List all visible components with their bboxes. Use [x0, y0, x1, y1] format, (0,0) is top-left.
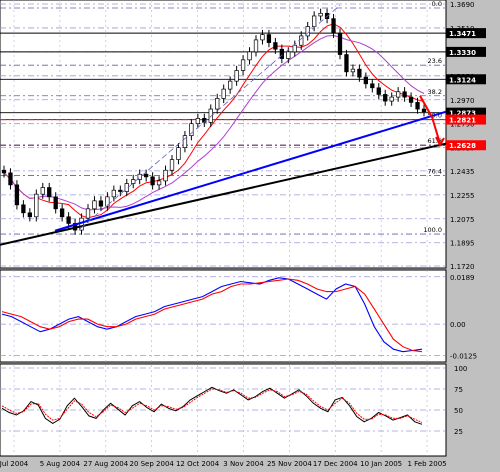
candle-body [408, 96, 414, 103]
fibonacci-label: 100.0 [423, 226, 442, 234]
candle-body [396, 91, 401, 98]
price-tick-label: 1.2970 [450, 97, 475, 105]
candle-body [163, 169, 168, 182]
candle-body [176, 147, 181, 160]
date-tick-label: 25 Nov 2004 [267, 460, 312, 468]
price-mark-label: 1.2821 [449, 117, 476, 125]
oscillator-2-tick-label: 25 [454, 428, 463, 436]
oscillator-2-tick-label: 50 [454, 407, 463, 415]
date-tick-label: 5 Aug 2004 [40, 460, 81, 468]
candle-body [337, 32, 343, 55]
candle-body [331, 18, 336, 34]
candle-body [363, 76, 368, 85]
candle-body [27, 212, 32, 218]
oscillator-2-tick-label: 75 [454, 386, 463, 394]
price-tick-label: 1.2075 [450, 216, 475, 224]
candle-body [8, 172, 13, 186]
candle-body [376, 87, 381, 95]
candle-body [60, 208, 65, 218]
date-tick-label: 3 Nov 2004 [223, 460, 264, 468]
candle-body [421, 108, 427, 113]
date-tick-label: 1 Feb 2005 [407, 460, 446, 468]
candle-body [234, 70, 239, 82]
candle-body [221, 88, 226, 99]
candle-body [228, 80, 233, 90]
price-tick-label: 1.2435 [450, 168, 475, 176]
candle-body [247, 51, 252, 61]
candle-body [344, 54, 349, 73]
candle-body [150, 176, 155, 186]
candle-body [169, 159, 175, 171]
candle-body [53, 196, 58, 210]
candle-body [144, 173, 149, 178]
chart-root: 0.023.638.250.061.876.4100.0 1.36901.351… [0, 0, 500, 468]
candle-body [92, 200, 97, 210]
candle-body [389, 96, 394, 102]
candle-body [85, 208, 91, 219]
candle-body [253, 39, 259, 53]
candle-body [402, 91, 407, 98]
price-mark-label: 1.2628 [449, 142, 476, 150]
candle-body [118, 189, 123, 192]
price-tick-label: 1.1720 [450, 263, 475, 271]
oscillator-2-tick-label: 100 [454, 365, 467, 373]
chart-svg: 0.023.638.250.061.876.4100.0 1.36901.351… [0, 0, 500, 468]
price-mark-label: 1.3330 [449, 49, 476, 57]
candle-body [1, 169, 7, 174]
candle-body [312, 15, 317, 27]
candle-body [318, 12, 323, 17]
candle-body [279, 48, 284, 59]
fibonacci-label: 23.6 [428, 57, 442, 65]
candle-body [156, 180, 162, 186]
candle-body [260, 34, 265, 41]
candle-body [111, 189, 116, 198]
candle-body [40, 187, 45, 195]
candle-body [273, 42, 278, 50]
candle-body [195, 118, 200, 125]
price-tick-label: 1.2255 [450, 192, 475, 200]
candle-body [370, 83, 375, 89]
candle-body [98, 200, 104, 207]
date-tick-label: 27 Aug 2004 [83, 460, 128, 468]
date-tick-label: 10 Jan 2005 [360, 460, 402, 468]
candle-body [292, 44, 297, 53]
fibonacci-label: 76.4 [428, 168, 442, 176]
date-tick-label: 12 Oct 2004 [176, 460, 220, 468]
candle-body [34, 193, 39, 218]
oscillator-1-tick-label: 0.0189 [450, 274, 475, 282]
price-tick-label: 1.1895 [450, 240, 475, 248]
date-tick-label: 17 Dec 2004 [313, 460, 358, 468]
fibonacci-label: 0.0 [432, 0, 442, 8]
candle-body [240, 59, 246, 71]
price-mark-label: 1.3471 [449, 30, 476, 38]
candle-body [350, 68, 356, 73]
candle-body [21, 204, 26, 214]
candle-body [286, 51, 291, 59]
candle-body [215, 98, 220, 110]
oscillator-1-tick-label: -0.0125 [450, 352, 477, 360]
date-tick-label: 20 Sep 2004 [129, 460, 174, 468]
price-tick-label: 1.3690 [450, 1, 475, 9]
candle-body [415, 102, 420, 110]
candle-body [266, 34, 272, 43]
candle-body [14, 184, 20, 206]
oscillator-1-tick-label: 0.00 [450, 321, 466, 329]
candle-body [66, 216, 71, 224]
fibonacci-label: 38.2 [428, 88, 442, 96]
candle-body [357, 68, 362, 78]
candle-body [47, 187, 52, 198]
candle-body [383, 94, 388, 102]
date-tick-label: Jul 2004 [0, 460, 29, 468]
price-mark-label: 1.3124 [449, 76, 476, 84]
